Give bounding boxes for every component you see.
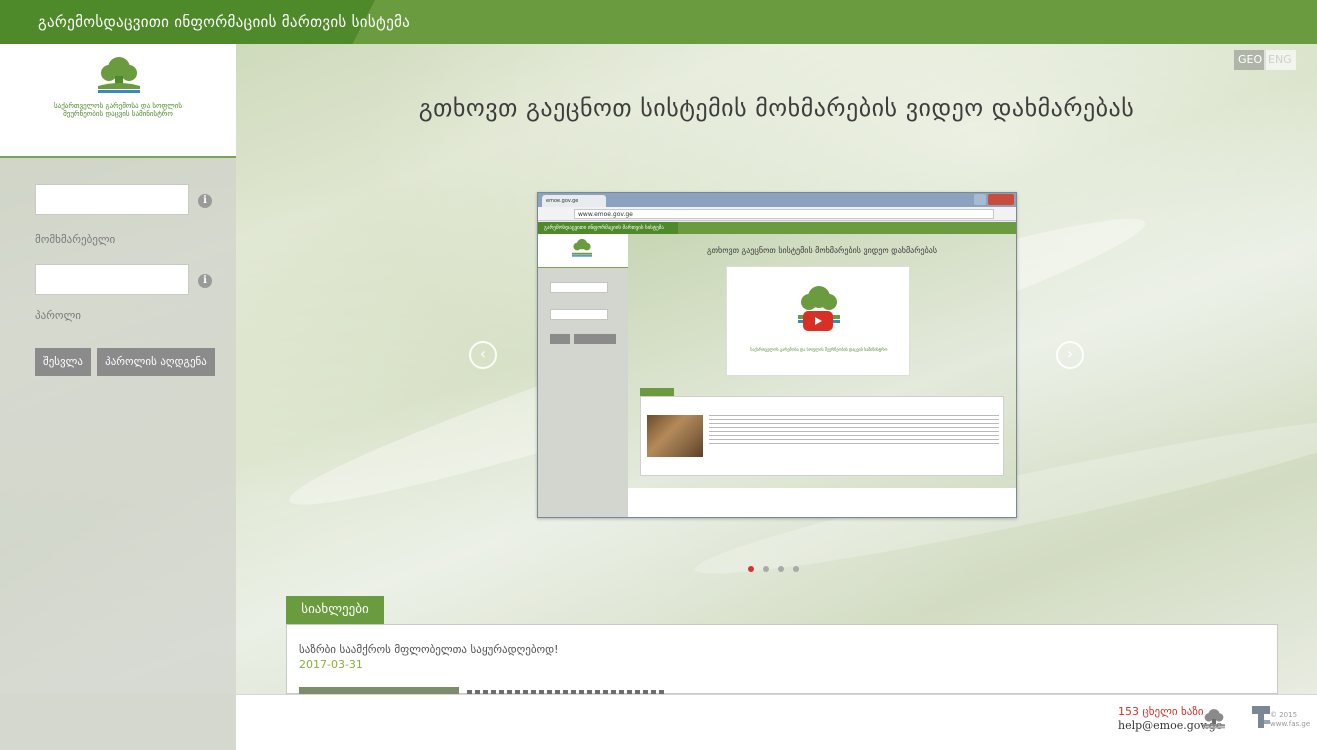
ministry-logo-icon xyxy=(1203,709,1225,729)
page-headline: გთხოვთ გაეცნოთ სისტემის მოხმარების ვიდეო… xyxy=(418,94,1135,122)
hotline-text: 153 ცხელი ხაზი xyxy=(1118,705,1204,718)
mini-reset-button xyxy=(574,334,616,344)
logo-text: საქართველოს გარემოსა და სოფლის მეურნეობი… xyxy=(53,102,183,118)
top-bar: გარემოსდაცვითი ინფორმაციის მართვის სისტე… xyxy=(0,0,1317,44)
password-input[interactable] xyxy=(35,264,189,295)
tree-logo-icon xyxy=(98,57,140,93)
reset-password-button[interactable]: პაროლის აღდგენა xyxy=(97,348,215,376)
carousel-slide[interactable]: emoe.gov.ge www.emoe.gov.ge გარემოსდაცვი… xyxy=(537,192,1017,518)
developer-logo-icon xyxy=(1252,706,1270,728)
browser-tab: emoe.gov.ge xyxy=(542,195,606,207)
mini-username-field xyxy=(550,282,608,293)
login-button[interactable]: შესვლა xyxy=(35,348,91,376)
footer: 153 ცხელი ხაზი help@emoe.gov.ge © 2015 w… xyxy=(236,694,1317,750)
chevron-right-icon[interactable]: › xyxy=(1056,341,1084,369)
news-panel: საზრბი საამქროს მფლობელთა საყურადღებოდ! … xyxy=(286,624,1278,695)
mini-news-panel xyxy=(640,396,1004,476)
copyright-text: © 2015 www.fas.ge xyxy=(1270,711,1310,729)
carousel-dot[interactable] xyxy=(793,566,799,572)
browser-url-bar: www.emoe.gov.ge xyxy=(538,207,1016,221)
news-title[interactable]: საზრბი საამქროს მფლობელთა საყურადღებოდ! xyxy=(299,643,559,656)
sidebar: საქართველოს გარემოსა და სოფლის მეურნეობი… xyxy=(0,44,236,750)
lang-geo-button[interactable]: GEO xyxy=(1234,50,1267,70)
info-icon[interactable]: i xyxy=(198,194,212,208)
copyright-site[interactable]: www.fas.ge xyxy=(1270,720,1310,729)
username-label: მომხმარებელი xyxy=(35,233,116,246)
carousel-dot[interactable] xyxy=(778,566,784,572)
chevron-left-icon[interactable]: ‹ xyxy=(469,341,497,369)
mini-title: გარემოსდაცვითი ინფორმაციის მართვის სისტე… xyxy=(538,222,678,234)
news-tab[interactable]: სიახლეები xyxy=(286,596,384,624)
news-text-lines xyxy=(709,415,999,445)
mini-logo xyxy=(538,234,628,268)
ministry-logo[interactable]: საქართველოს გარემოსა და სოფლის მეურნეობი… xyxy=(0,44,236,158)
password-label: პაროლი xyxy=(35,309,81,322)
info-icon[interactable]: i xyxy=(198,274,212,288)
close-icon xyxy=(988,194,1014,205)
carousel-dot-active[interactable] xyxy=(748,566,754,572)
copyright-year: © 2015 xyxy=(1270,711,1298,719)
window-titlebar: emoe.gov.ge xyxy=(538,193,1016,207)
tree-logo-icon xyxy=(571,238,593,257)
news-photo xyxy=(647,415,703,457)
mini-top-bar: გარემოსდაცვითი ინფორმაციის მართვის სისტე… xyxy=(538,222,1016,234)
video-player[interactable]: საქართველოს გარემოსა და სოფლის მეურნეობი… xyxy=(726,266,910,376)
username-input[interactable] xyxy=(35,184,189,215)
mini-main: გთხოვთ გაეცნოთ სისტემის მოხმარების ვიდეო… xyxy=(628,234,1016,517)
mini-footer xyxy=(628,488,1016,517)
mini-login-button xyxy=(550,334,570,344)
video-caption: საქართველოს გარემოსა და სოფლის მეურნეობი… xyxy=(750,347,888,352)
play-icon[interactable] xyxy=(803,311,833,331)
mini-headline: გთხოვთ გაეცნოთ სისტემის მოხმარების ვიდეო… xyxy=(706,246,938,255)
carousel-dot[interactable] xyxy=(763,566,769,572)
news-date: 2017-03-31 xyxy=(299,658,363,671)
url-field: www.emoe.gov.ge xyxy=(574,209,994,219)
minimize-icon xyxy=(974,194,986,205)
mini-password-field xyxy=(550,309,608,320)
mini-sidebar xyxy=(538,234,628,517)
app-title: გარემოსდაცვითი ინფორმაციის მართვის სისტე… xyxy=(38,13,411,31)
lang-eng-button[interactable]: ENG xyxy=(1264,50,1296,70)
